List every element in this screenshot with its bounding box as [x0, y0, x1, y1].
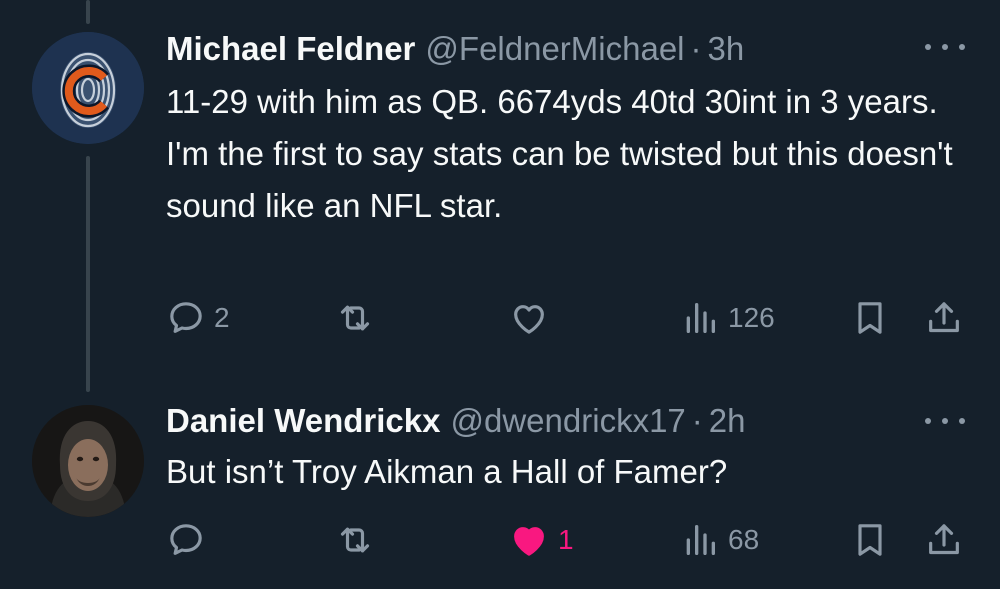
author-name[interactable]: Daniel Wendrickx	[166, 402, 441, 440]
more-icon[interactable]	[925, 40, 965, 54]
views-icon	[686, 525, 715, 555]
reply-icon	[170, 302, 202, 333]
repost-icon	[340, 305, 370, 331]
reply-count: 2	[214, 302, 230, 333]
share-button[interactable]	[924, 520, 964, 560]
bookmark-icon	[858, 302, 882, 334]
author-name[interactable]: Michael Feldner	[166, 30, 415, 68]
reply-button[interactable]: 2	[166, 298, 230, 338]
thread-line	[86, 156, 90, 392]
views-button[interactable]: 68	[680, 520, 759, 560]
avatar[interactable]	[32, 405, 144, 517]
timestamp[interactable]: 2h	[709, 402, 746, 440]
share-icon	[929, 302, 959, 333]
avatar[interactable]	[32, 32, 144, 144]
like-icon	[514, 527, 544, 556]
avatar-image	[32, 32, 144, 144]
reply-button[interactable]	[166, 520, 214, 560]
avatar-image	[32, 405, 144, 517]
separator: ·	[691, 402, 703, 439]
bookmark-icon	[858, 524, 882, 556]
repost-icon	[340, 527, 370, 553]
views-icon	[686, 303, 715, 333]
repost-button[interactable]	[334, 298, 384, 338]
share-button[interactable]	[924, 298, 964, 338]
views-button[interactable]: 126	[680, 298, 775, 338]
tweet-header: Michael Feldner @FeldnerMichael · 3h	[166, 30, 744, 68]
views-count: 68	[728, 524, 760, 555]
views-count: 126	[728, 302, 775, 333]
bookmark-button[interactable]	[850, 520, 890, 560]
like-icon	[514, 305, 544, 334]
like-count: 1	[558, 524, 574, 555]
share-icon	[929, 524, 959, 555]
author-handle[interactable]: @dwendrickx17	[451, 402, 686, 440]
reply-icon	[170, 524, 202, 555]
like-button[interactable]	[508, 298, 558, 338]
tweet-header: Daniel Wendrickx @dwendrickx17 · 2h	[166, 402, 746, 440]
thread-line	[86, 0, 90, 24]
author-handle[interactable]: @FeldnerMichael	[425, 30, 684, 68]
tweet-text: But isn’t Troy Aikman a Hall of Famer?	[166, 453, 728, 490]
bookmark-button[interactable]	[850, 298, 890, 338]
repost-button[interactable]	[334, 520, 384, 560]
separator: ·	[690, 30, 702, 67]
like-button[interactable]: 1	[508, 520, 574, 560]
timestamp[interactable]: 3h	[708, 30, 745, 68]
tweet-text: 11-29 with him as QB. 6674yds 40td 30int…	[166, 83, 953, 224]
more-icon[interactable]	[925, 414, 965, 428]
